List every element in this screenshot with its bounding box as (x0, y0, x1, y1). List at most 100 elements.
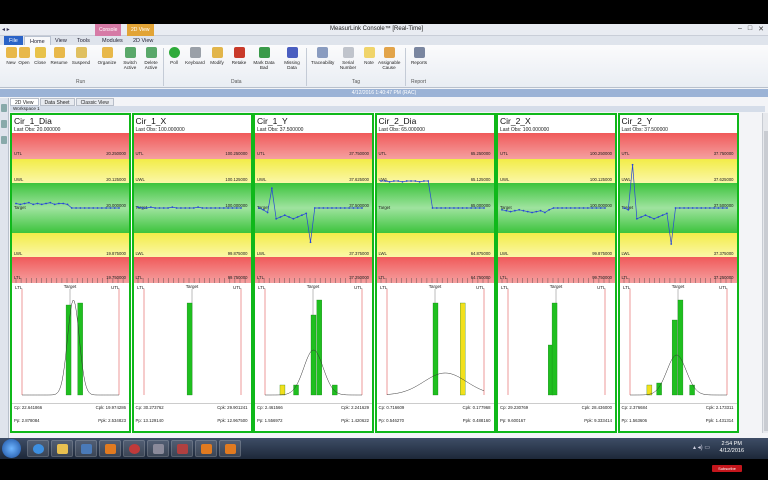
data-point[interactable] (226, 207, 229, 209)
data-point[interactable] (296, 216, 299, 218)
data-point[interactable] (88, 207, 90, 209)
data-point[interactable] (53, 203, 56, 206)
minimize-icon[interactable]: – (738, 25, 742, 33)
data-point[interactable] (418, 181, 421, 183)
data-point[interactable] (461, 207, 463, 209)
data-point[interactable] (544, 211, 546, 214)
delete-active-button[interactable]: Delete Active (140, 47, 162, 77)
data-point[interactable] (582, 207, 585, 209)
data-point[interactable] (136, 206, 139, 208)
data-point[interactable] (522, 209, 525, 212)
note-button[interactable]: Note (358, 47, 380, 77)
tab-modules[interactable]: Modules (97, 36, 128, 45)
data-point[interactable] (262, 208, 265, 211)
data-point[interactable] (392, 180, 395, 182)
data-point[interactable] (704, 207, 706, 209)
data-point[interactable] (23, 202, 26, 205)
data-point[interactable] (109, 207, 112, 209)
keyboard-button[interactable]: Keyboard (184, 47, 206, 77)
missing-data-button[interactable]: Missing Data (281, 47, 303, 77)
data-point[interactable] (556, 207, 559, 209)
subscribe-badge[interactable]: Subscribe (712, 465, 742, 472)
data-point[interactable] (339, 207, 342, 209)
system-tray[interactable]: ▴ ◂) ▭ (693, 444, 710, 451)
data-point[interactable] (578, 207, 581, 209)
data-point[interactable] (100, 207, 103, 209)
data-point[interactable] (674, 207, 676, 209)
data-point[interactable] (118, 207, 120, 209)
taskbar-measurlink2-icon[interactable] (195, 440, 217, 457)
data-point[interactable] (535, 210, 538, 213)
poll-button[interactable]: Poll (163, 47, 185, 77)
data-point[interactable] (539, 209, 542, 212)
data-point[interactable] (331, 207, 333, 209)
data-point[interactable] (565, 207, 568, 209)
tab-2d-view[interactable]: 2D View (128, 36, 158, 45)
data-point[interactable] (188, 207, 190, 209)
modify-button[interactable]: Modify (206, 47, 228, 77)
data-point[interactable] (509, 210, 512, 213)
data-point[interactable] (725, 207, 728, 209)
data-point[interactable] (669, 243, 672, 245)
data-point[interactable] (231, 207, 233, 209)
data-point[interactable] (599, 207, 602, 209)
data-point[interactable] (32, 203, 35, 206)
data-point[interactable] (474, 207, 476, 209)
data-point[interactable] (656, 216, 659, 218)
data-point[interactable] (105, 207, 108, 209)
taskbar-explorer-icon[interactable] (51, 440, 73, 457)
data-point[interactable] (465, 207, 468, 209)
data-point[interactable] (15, 202, 17, 205)
data-point[interactable] (162, 207, 165, 209)
data-point[interactable] (75, 207, 77, 209)
data-point[interactable] (140, 207, 143, 209)
tab-2d-view-sheet[interactable]: 2D View (10, 98, 39, 106)
tab-view[interactable]: View (50, 36, 72, 45)
data-point[interactable] (695, 207, 698, 209)
switch-active-button[interactable]: Switch Active (119, 47, 141, 77)
data-point[interactable] (352, 207, 355, 209)
tab-file[interactable]: File (4, 36, 23, 45)
data-point[interactable] (113, 207, 116, 209)
data-point[interactable] (58, 202, 60, 205)
clock[interactable]: 2:54 PM 4/12/2016 (720, 441, 744, 455)
data-point[interactable] (635, 217, 638, 220)
data-point[interactable] (45, 202, 47, 205)
taskbar-app-icon[interactable] (123, 440, 145, 457)
data-point[interactable] (452, 207, 455, 209)
traceability-button[interactable]: Traceability (311, 47, 334, 77)
data-point[interactable] (27, 201, 30, 204)
taskbar-media-icon[interactable] (75, 440, 97, 457)
data-point[interactable] (622, 207, 625, 209)
reports-button[interactable]: Reports (408, 47, 430, 77)
tab-tools[interactable]: Tools (72, 36, 95, 45)
data-point[interactable] (569, 207, 572, 209)
data-point[interactable] (36, 202, 39, 205)
data-point[interactable] (388, 181, 390, 183)
data-point[interactable] (348, 207, 351, 209)
panel-pin-icon[interactable] (1, 120, 7, 128)
data-point[interactable] (396, 180, 399, 182)
data-point[interactable] (222, 207, 225, 209)
data-point[interactable] (205, 207, 208, 209)
data-point[interactable] (648, 216, 651, 218)
data-point[interactable] (699, 207, 702, 209)
data-point[interactable] (482, 207, 485, 209)
panel-pin-icon[interactable] (1, 104, 7, 112)
quick-access-toolbar[interactable]: ◂ ▸ (2, 26, 10, 33)
data-point[interactable] (448, 207, 451, 209)
data-point[interactable] (665, 212, 668, 215)
data-point[interactable] (443, 207, 446, 209)
data-point[interactable] (708, 207, 711, 209)
data-point[interactable] (691, 207, 694, 209)
data-point[interactable] (413, 180, 416, 182)
chart-panel[interactable]: Cir_1_Dia Last Obs: 20.000000 UTL 20.250000… (10, 113, 131, 433)
data-point[interactable] (356, 207, 359, 209)
data-point[interactable] (275, 217, 278, 220)
data-point[interactable] (631, 163, 633, 166)
data-point[interactable] (279, 216, 282, 218)
retake-button[interactable]: Retake (228, 47, 250, 77)
data-point[interactable] (604, 207, 606, 209)
mark-data-bad-button[interactable]: Mark Data Bad (253, 47, 275, 77)
data-point[interactable] (526, 210, 529, 213)
